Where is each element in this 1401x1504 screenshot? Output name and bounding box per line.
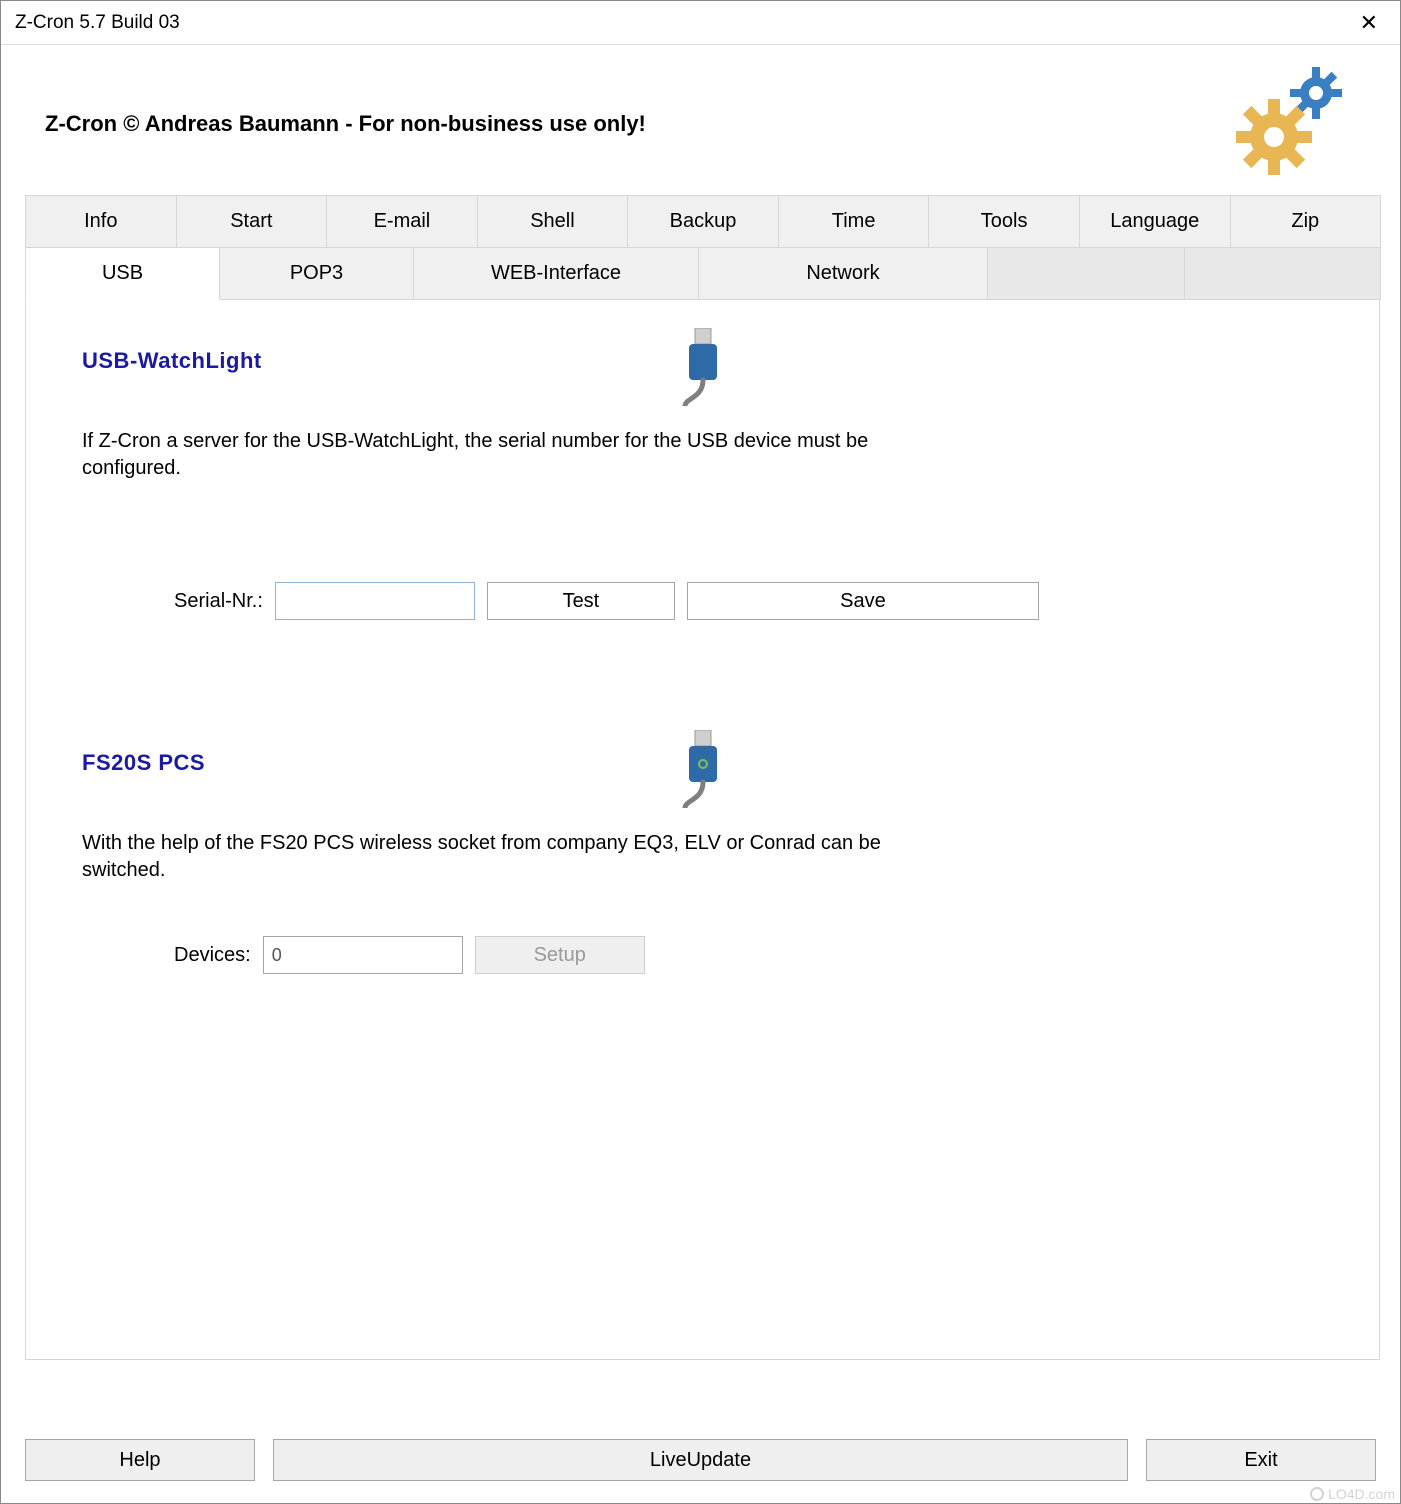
close-icon[interactable]: ✕ (1352, 10, 1386, 36)
tab-filler (987, 247, 1185, 300)
page-title: Z-Cron © Andreas Baumann - For non-busin… (45, 111, 646, 137)
tab-language[interactable]: Language (1079, 195, 1231, 248)
setup-button[interactable]: Setup (475, 936, 645, 974)
tab-zip[interactable]: Zip (1230, 195, 1382, 248)
section-fs20: FS20S PCS With the help of the FS20 PCS … (82, 750, 1323, 974)
tab-row-2: USB POP3 WEB-Interface Network (25, 247, 1380, 300)
tabs: Info Start E-mail Shell Backup Time Tool… (25, 195, 1380, 1360)
tab-network[interactable]: Network (698, 247, 988, 300)
section-title-fs20: FS20S PCS (82, 750, 205, 776)
tab-tools[interactable]: Tools (928, 195, 1080, 248)
save-button[interactable]: Save (687, 582, 1039, 620)
serial-row: Serial-Nr.: Test Save (82, 582, 1323, 620)
usb-icon (673, 328, 733, 411)
gears-icon (1234, 67, 1354, 182)
section-desc-fs20: With the help of the FS20 PCS wireless s… (82, 830, 952, 884)
watermark-small: LO4D.com (1310, 1486, 1395, 1502)
app-window: Z-Cron 5.7 Build 03 ✕ Z-Cron © Andreas B… (0, 0, 1401, 1504)
bottom-button-bar: Help LiveUpdate Exit (25, 1439, 1376, 1481)
tab-info[interactable]: Info (25, 195, 177, 248)
tab-backup[interactable]: Backup (627, 195, 779, 248)
liveupdate-button[interactable]: LiveUpdate (273, 1439, 1128, 1481)
test-button[interactable]: Test (487, 582, 675, 620)
header: Z-Cron © Andreas Baumann - For non-busin… (25, 59, 1380, 189)
section-desc-watchlight: If Z-Cron a server for the USB-WatchLigh… (82, 428, 952, 482)
devices-input[interactable] (263, 936, 463, 974)
tab-filler (1184, 247, 1382, 300)
section-title-watchlight: USB-WatchLight (82, 348, 262, 374)
devices-label: Devices: (174, 944, 251, 967)
serial-input[interactable] (275, 582, 475, 620)
titlebar: Z-Cron 5.7 Build 03 ✕ (1, 1, 1400, 45)
usb-icon (673, 730, 733, 813)
tab-row-1: Info Start E-mail Shell Backup Time Tool… (25, 195, 1380, 248)
section-usb-watchlight: USB-WatchLight If Z-Cron a server for th… (82, 348, 1323, 620)
tab-usb[interactable]: USB (25, 247, 220, 300)
devices-row: Devices: Setup (82, 936, 1323, 974)
tab-email[interactable]: E-mail (326, 195, 478, 248)
tab-time[interactable]: Time (778, 195, 930, 248)
client-area: Z-Cron © Andreas Baumann - For non-busin… (1, 45, 1400, 1378)
exit-button[interactable]: Exit (1146, 1439, 1376, 1481)
tab-content-usb: LO4D.com USB-WatchLight (25, 300, 1380, 1360)
tab-pop3[interactable]: POP3 (219, 247, 414, 300)
tab-shell[interactable]: Shell (477, 195, 629, 248)
serial-label: Serial-Nr.: (174, 590, 263, 613)
window-title: Z-Cron 5.7 Build 03 (15, 12, 180, 34)
help-button[interactable]: Help (25, 1439, 255, 1481)
tab-web-interface[interactable]: WEB-Interface (413, 247, 699, 300)
tab-start[interactable]: Start (176, 195, 328, 248)
